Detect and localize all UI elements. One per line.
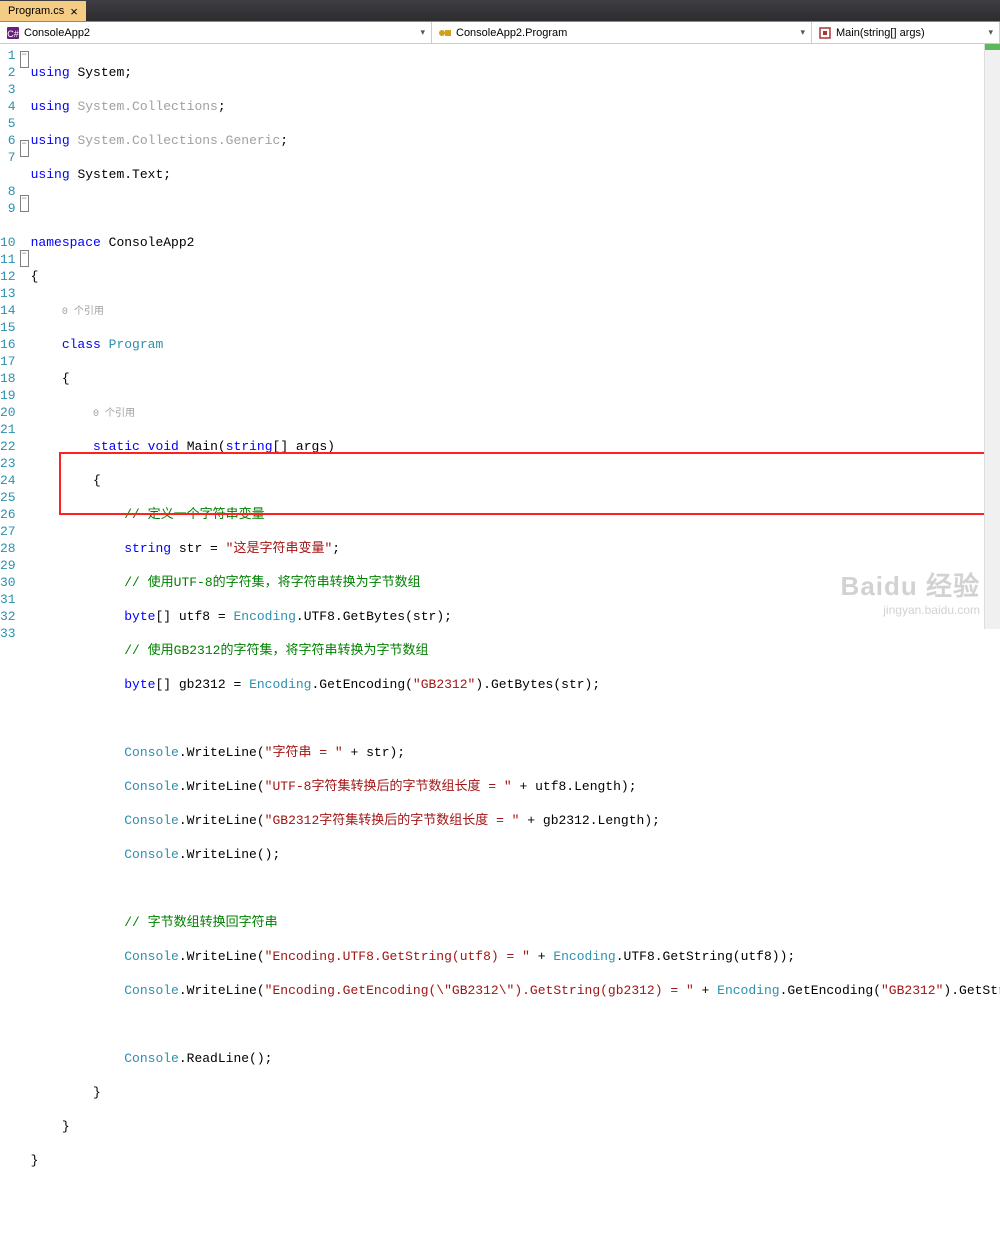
method-dropdown[interactable]: Main(string[] args) ▾ (812, 22, 1000, 43)
chevron-down-icon: ▾ (800, 27, 805, 38)
class-dropdown[interactable]: ConsoleApp2.Program ▾ (432, 22, 812, 43)
project-dropdown-label: ConsoleApp2 (24, 27, 90, 39)
references-codelens[interactable]: 0 个引用 (62, 307, 104, 318)
chevron-down-icon: ▾ (988, 27, 993, 38)
tab-program-cs[interactable]: Program.cs × (0, 1, 86, 21)
vertical-scrollbar[interactable] (984, 44, 1000, 629)
navigation-dropdowns: C# ConsoleApp2 ▾ ConsoleApp2.Program ▾ M… (0, 22, 1000, 44)
line-number-gutter: 1234567891011121314151617181920212223242… (0, 44, 20, 629)
method-icon (818, 26, 832, 40)
chevron-down-icon: ▾ (420, 27, 425, 38)
project-dropdown[interactable]: C# ConsoleApp2 ▾ (0, 22, 432, 43)
tab-filename: Program.cs (8, 5, 64, 17)
scrollbar-change-marker (985, 44, 1000, 50)
fold-gutter: −−−− (20, 44, 29, 629)
code-editor[interactable]: 1234567891011121314151617181920212223242… (0, 44, 1000, 629)
close-icon[interactable]: × (70, 4, 78, 19)
method-dropdown-label: Main(string[] args) (836, 27, 925, 39)
references-codelens[interactable]: 0 个引用 (93, 409, 135, 420)
svg-text:C#: C# (7, 29, 19, 39)
class-icon (438, 26, 452, 40)
class-dropdown-label: ConsoleApp2.Program (456, 27, 567, 39)
csharp-project-icon: C# (6, 26, 20, 40)
code-content[interactable]: using System; using System.Collections; … (29, 44, 1000, 629)
tab-bar: Program.cs × (0, 0, 1000, 22)
